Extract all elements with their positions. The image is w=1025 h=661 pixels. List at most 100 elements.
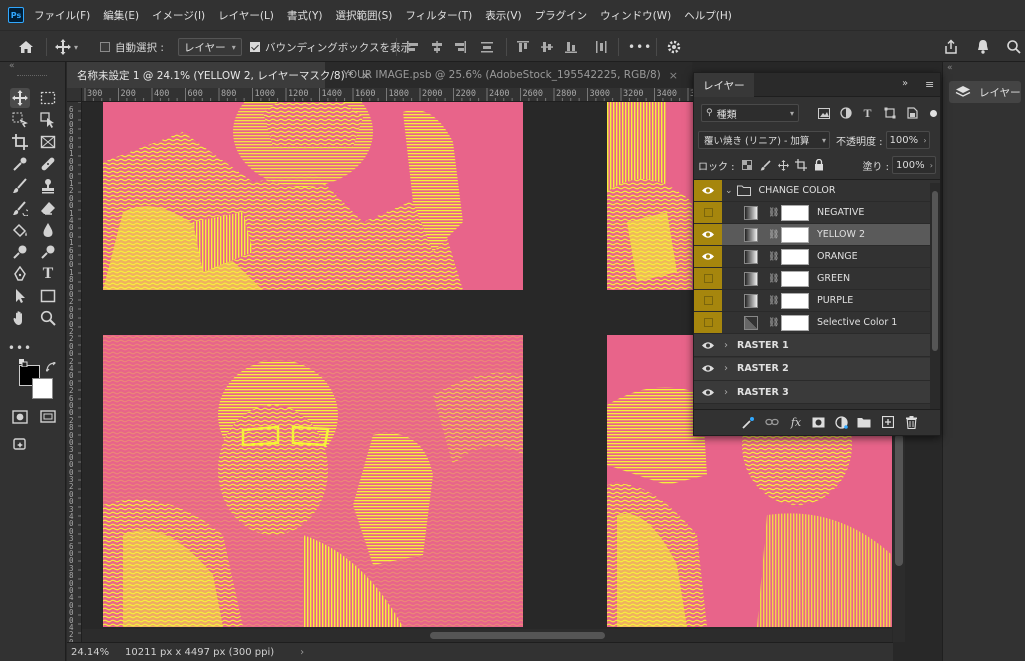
healing-brush-icon[interactable] [38,154,58,174]
layer-mask-thumbnail[interactable] [781,248,809,265]
photoshop-logo[interactable]: Ps [8,7,24,23]
fx-icon[interactable]: fx [788,414,804,430]
lock-artboard-icon[interactable] [795,159,808,172]
tab-layers[interactable]: レイヤー [694,73,754,97]
visibility-toggle[interactable] [694,268,722,289]
link-icon[interactable] [764,414,780,430]
sponge-tool-icon[interactable] [38,242,58,262]
align-right-icon[interactable] [453,31,467,63]
ruler-origin[interactable] [67,88,82,102]
menu-layer[interactable]: レイヤー(L) [218,8,274,23]
trash-icon[interactable] [903,414,919,430]
menu-window[interactable]: ウィンドウ(W) [600,8,671,23]
menu-image[interactable]: イメージ(I) [152,8,205,23]
paint-bucket-icon[interactable] [10,220,30,240]
blend-mode-dropdown[interactable]: 覆い焼き (リニア) - 加算 ▾ [698,131,830,149]
align-middle-v-icon[interactable] [540,31,554,63]
auto-select-dropdown[interactable]: レイヤー ▾ [178,38,242,56]
close-icon[interactable]: × [669,69,678,82]
lock-all-icon[interactable] [813,159,826,172]
layers-scrollbar[interactable] [930,183,940,413]
visibility-toggle[interactable] [694,312,722,333]
menu-plugins[interactable]: プラグイン [535,8,588,23]
chevron-right-icon[interactable]: › [724,340,728,351]
rectangle-tool-icon[interactable] [38,286,58,306]
filter-toggle[interactable] [930,109,937,117]
layer-mask-thumbnail[interactable] [781,292,809,309]
layer-row-purple[interactable]: ⛓ PURPLE [694,290,930,312]
bounding-box-checkbox[interactable] [250,42,260,52]
visibility-toggle[interactable] [694,246,722,267]
layer-row-selective-color-1[interactable]: ⛓ Selective Color 1 [694,312,930,334]
search-icon[interactable] [1006,31,1022,63]
dodge-tool-icon[interactable] [10,242,30,262]
zoom-tool-icon[interactable] [38,308,58,328]
link-icon[interactable]: ⛓ [768,296,779,306]
link-layers-wand-icon[interactable] [740,414,756,430]
auto-select-option[interactable]: 自動選択 : [100,31,164,63]
scrollbar-thumb[interactable] [895,434,903,566]
new-group-icon[interactable] [856,414,872,430]
filter-smart-object-icon[interactable] [905,107,918,120]
bell-icon[interactable] [976,31,990,63]
more-options-button[interactable]: ••• [628,31,652,63]
lock-position-icon[interactable] [777,159,790,172]
link-icon[interactable]: ⛓ [768,230,779,240]
quick-selection-icon[interactable] [38,110,58,130]
type-tool-icon[interactable]: T [38,264,58,284]
link-icon[interactable]: ⛓ [768,318,779,328]
brush-tool-icon[interactable] [10,176,30,196]
layer-group-raster-2[interactable]: › RASTER 2 [694,357,930,381]
marquee-tool-icon[interactable] [38,88,58,108]
generative-fill-icon[interactable] [10,434,30,454]
visibility-toggle[interactable] [694,290,722,311]
panel-menu-icon[interactable]: ≡ [925,78,934,91]
align-bottom-icon[interactable] [564,31,578,63]
edit-toolbar-icon[interactable]: ••• [8,338,31,358]
distribute-horizontal-icon[interactable] [594,31,608,63]
move-tool-icon[interactable] [10,88,30,108]
crop-tool-icon[interactable] [10,132,30,152]
lock-transparent-icon[interactable] [741,159,754,172]
layer-row-negative[interactable]: ⛓ NEGATIVE [694,202,930,224]
menu-type[interactable]: 書式(Y) [287,8,323,23]
fill-field[interactable]: 100% › [892,156,936,174]
auto-select-target[interactable]: レイヤー ▾ [178,31,242,63]
chevron-right-icon[interactable]: › [724,387,728,398]
artboard-top-left[interactable] [103,102,523,290]
filter-adjustment-icon[interactable] [839,107,852,120]
hand-tool-icon[interactable] [10,308,30,328]
opacity-field[interactable]: 100% › [885,131,930,149]
align-center-h-icon[interactable] [430,31,444,63]
link-icon[interactable]: ⛓ [768,252,779,262]
eyedropper-tool-icon[interactable] [10,154,30,174]
home-icon[interactable] [18,31,34,63]
history-brush-icon[interactable] [10,198,30,218]
default-colors-icon[interactable] [19,357,29,370]
chevron-down-icon[interactable]: ⌄ [725,186,733,196]
object-selection-icon[interactable] [10,110,30,130]
filter-kind-dropdown[interactable]: ⚲ 種類 ▾ [701,104,799,122]
auto-select-checkbox[interactable] [100,42,110,52]
tab-your-image[interactable]: YOUR IMAGE.psb @ 25.6% (AdobeStock_19554… [333,62,693,88]
add-mask-icon[interactable] [810,414,826,430]
visibility-toggle[interactable] [694,224,722,245]
adjustment-layer-icon[interactable] [833,414,849,430]
menu-filter[interactable]: フィルター(T) [405,8,472,23]
layer-row-orange[interactable]: ⛓ ORANGE [694,246,930,268]
layer-group-raster-1[interactable]: › RASTER 1 [694,334,930,357]
filter-shape-icon[interactable] [883,107,896,120]
menu-edit[interactable]: 編集(E) [103,8,139,23]
layer-group-change-color[interactable]: ⌄ CHANGE COLOR [694,180,930,202]
menu-help[interactable]: ヘルプ(H) [684,8,732,23]
visibility-toggle[interactable] [694,381,722,404]
menu-file[interactable]: ファイル(F) [34,8,90,23]
filter-type-icon[interactable]: T [861,106,874,120]
layer-row-yellow-2[interactable]: ⛓ YELLOW 2 [694,224,930,246]
screen-mode-icon[interactable] [38,407,58,427]
filter-pixel-icon[interactable] [817,107,830,120]
lock-image-icon[interactable] [759,159,772,172]
distribute-vertical-icon[interactable] [480,31,494,63]
link-icon[interactable]: ⛓ [768,208,779,218]
collapse-toolbar-icon[interactable]: « [9,61,15,71]
